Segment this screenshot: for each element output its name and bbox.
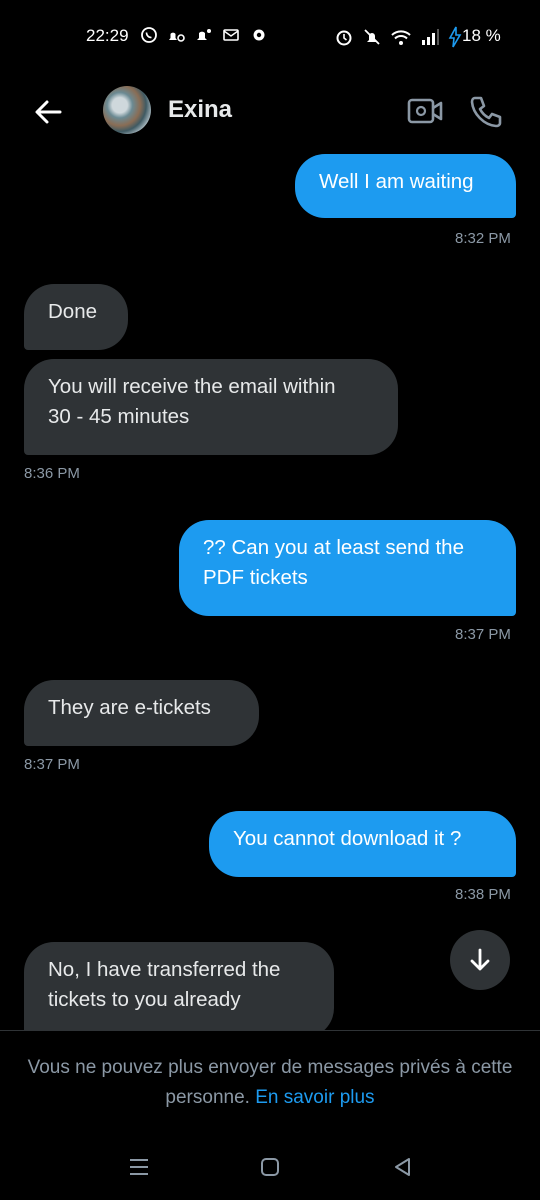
scroll-to-bottom-button[interactable]	[450, 930, 510, 990]
wifi-icon	[390, 27, 412, 47]
dm-disabled-notice: Vous ne pouvez plus envoyer de messages …	[20, 1053, 520, 1113]
message-bubble-sent[interactable]: Well I am waiting	[295, 154, 516, 218]
back-arrow-icon[interactable]	[30, 94, 66, 130]
message-bubble-sent[interactable]: You cannot download it ?	[209, 811, 516, 877]
recent-apps-icon[interactable]	[126, 1154, 152, 1180]
message-bubble-received[interactable]: Done	[24, 284, 128, 350]
alarm-icon	[334, 27, 354, 47]
message-bubble-sent[interactable]: ?? Can you at least send the PDF tickets	[179, 520, 516, 616]
whatsapp-icon	[140, 26, 158, 44]
message-bubble-received[interactable]: No, I have transferred the tickets to yo…	[24, 942, 334, 1038]
system-navigation-bar	[0, 1130, 540, 1200]
status-right-icons	[334, 26, 462, 48]
status-bar: 22:29 18 %	[0, 0, 540, 72]
battery-percent: 18 %	[462, 26, 501, 45]
status-left-icons	[140, 26, 268, 44]
message-timestamp: 8:37 PM	[455, 626, 511, 643]
dm-disabled-notice-bar: Vous ne pouvez plus envoyer de messages …	[0, 1030, 540, 1131]
notification-icon	[166, 26, 186, 44]
notification-icon	[194, 26, 214, 44]
arrow-down-icon	[470, 948, 490, 971]
message-bubble-received[interactable]: They are e-tickets	[24, 680, 259, 746]
home-icon[interactable]	[257, 1154, 283, 1180]
message-timestamp: 8:38 PM	[455, 886, 511, 903]
video-call-icon[interactable]	[406, 94, 446, 128]
status-time: 22:29	[86, 26, 129, 45]
message-bubble-received[interactable]: You will receive the email within 30 - 4…	[24, 359, 398, 455]
message-timestamp: 8:36 PM	[24, 465, 80, 482]
charging-icon	[448, 26, 462, 48]
signal-icon	[420, 27, 440, 47]
phone-icon[interactable]	[466, 92, 506, 132]
learn-more-link[interactable]: En savoir plus	[255, 1087, 374, 1108]
contact-name[interactable]: Exina	[168, 96, 232, 124]
mute-icon	[362, 27, 382, 47]
avatar[interactable]	[103, 86, 151, 134]
back-icon[interactable]	[390, 1154, 416, 1180]
message-timestamp: 8:37 PM	[24, 756, 80, 773]
mail-icon	[222, 26, 242, 44]
settings-icon	[250, 26, 268, 44]
message-timestamp: 8:32 PM	[455, 230, 511, 247]
conversation-header: Exina	[0, 72, 540, 152]
